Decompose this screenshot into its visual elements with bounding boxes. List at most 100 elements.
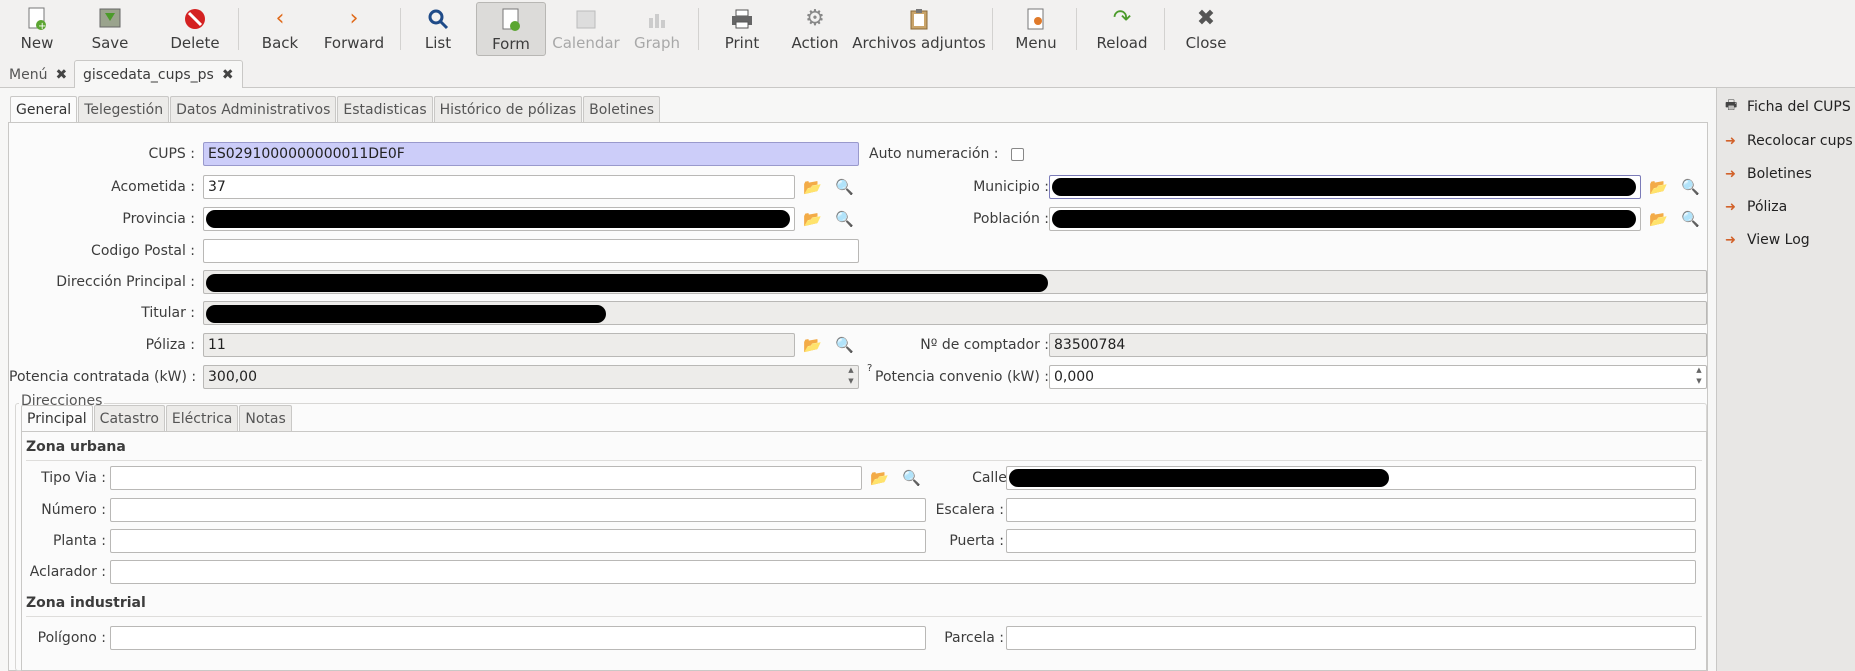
numero-field[interactable] — [110, 498, 926, 522]
parcela-field[interactable] — [1006, 626, 1696, 650]
spin-arrows-icon[interactable]: ▲ ▼ — [1693, 365, 1705, 389]
tab-datos-administrativos[interactable]: Datos Administrativos — [170, 96, 337, 122]
calle-field[interactable] — [1006, 466, 1696, 490]
tipo-via-field[interactable] — [110, 466, 862, 490]
redacted-block — [1052, 178, 1636, 196]
numero-label: Número : — [41, 502, 106, 518]
codigo-postal-label: Codigo Postal : — [91, 243, 195, 259]
calendar-view-button[interactable]: Calendar — [552, 2, 620, 56]
provincia-field[interactable] — [203, 207, 795, 231]
tab-telegestion[interactable]: Telegestión — [78, 96, 170, 122]
doc-tab-menu[interactable]: Menú ✖ — [0, 60, 76, 88]
potencia-convenio-field[interactable]: 0,000 — [1049, 365, 1707, 389]
municipio-label: Municipio : — [973, 179, 1049, 195]
search-icon[interactable]: 🔍 — [1681, 210, 1700, 228]
forward-button[interactable]: › Forward — [318, 2, 390, 56]
open-folder-icon[interactable]: 📂 — [870, 469, 889, 487]
aclarador-field[interactable] — [110, 560, 1696, 584]
divider — [26, 616, 1702, 617]
open-folder-icon[interactable]: 📂 — [1649, 210, 1668, 228]
planta-field[interactable] — [110, 529, 926, 553]
tab-notas[interactable]: Notas — [239, 405, 292, 431]
attachments-button[interactable]: Archivos adjuntos — [852, 2, 986, 56]
graph-view-button[interactable]: Graph — [628, 2, 686, 56]
open-folder-icon[interactable]: 📂 — [803, 336, 822, 354]
tab-boletines[interactable]: Boletines — [583, 96, 661, 122]
tab-estadisticas[interactable]: Estadisticas — [337, 96, 433, 122]
puerta-field[interactable] — [1006, 529, 1696, 553]
puerta-label: Puerta : — [949, 533, 1004, 549]
close-button[interactable]: ✖ Close — [1178, 2, 1234, 56]
sidebar-item-label: Recolocar cups — [1747, 133, 1853, 149]
toolbar: + New Save Delete ‹ Back › Forward List … — [0, 0, 1855, 58]
sidebar-item-label: View Log — [1747, 232, 1810, 248]
save-button[interactable]: Save — [78, 2, 142, 56]
sidebar-item-recolocar-cups[interactable]: ➜ Recolocar cups — [1725, 130, 1853, 152]
search-icon[interactable]: 🔍 — [902, 469, 921, 487]
auto-numeracion-checkbox[interactable] — [1011, 148, 1024, 161]
open-folder-icon[interactable]: 📂 — [803, 178, 822, 196]
acometida-field[interactable]: 37 — [203, 175, 795, 199]
potencia-contratada-field[interactable]: 300,00 — [203, 365, 859, 389]
titular-field[interactable] — [203, 301, 1707, 325]
sidebar-item-boletines[interactable]: ➜ Boletines — [1725, 163, 1812, 185]
doc-tab-cups[interactable]: giscedata_cups_ps ✖ — [74, 60, 243, 88]
action-button[interactable]: ⚙ Action — [786, 2, 844, 56]
tab-catastro[interactable]: Catastro — [93, 405, 165, 431]
search-icon[interactable]: 🔍 — [835, 210, 854, 228]
search-icon[interactable]: 🔍 — [1681, 178, 1700, 196]
escalera-field[interactable] — [1006, 498, 1696, 522]
sidebar-item-poliza[interactable]: ➜ Póliza — [1725, 196, 1787, 218]
redacted-block — [206, 305, 606, 323]
form-view-button[interactable]: Form — [476, 2, 546, 56]
tab-historico-polizas[interactable]: Histórico de pólizas — [433, 96, 583, 122]
search-icon[interactable]: 🔍 — [835, 336, 854, 354]
separator — [698, 8, 699, 50]
tab-electrica[interactable]: Eléctrica — [165, 405, 239, 431]
aclarador-label: Aclarador : — [29, 564, 106, 580]
sidebar-item-view-log[interactable]: ➜ View Log — [1725, 229, 1810, 251]
poligono-field[interactable] — [110, 626, 926, 650]
auto-numeracion-label: Auto numeración : — [869, 146, 999, 162]
cups-label: CUPS : — [148, 146, 195, 162]
calle-label: Calle : — [972, 470, 1016, 486]
tab-general[interactable]: General — [10, 96, 78, 122]
spin-arrows-icon[interactable]: ▲ ▼ — [845, 365, 857, 389]
cups-field[interactable]: ES0291000000000011DE0F — [203, 142, 859, 166]
direccion-principal-label: Dirección Principal : — [56, 274, 195, 290]
direccion-principal-field[interactable] — [203, 270, 1707, 294]
poliza-field[interactable]: 11 — [203, 333, 795, 357]
codigo-postal-field[interactable] — [203, 239, 859, 263]
save-icon — [97, 6, 123, 32]
magnifier-icon — [425, 6, 451, 32]
comptador-field[interactable]: 83500784 — [1049, 333, 1707, 357]
back-button[interactable]: ‹ Back — [252, 2, 308, 56]
close-tab-icon[interactable]: ✖ — [55, 67, 67, 83]
new-document-icon: + — [24, 6, 50, 32]
search-icon[interactable]: 🔍 — [835, 178, 854, 196]
principal-panel: Zona urbana Tipo Via : 📂 🔍 Calle : Númer… — [21, 431, 1707, 671]
sidebar-item-label: Ficha del CUPS — [1747, 99, 1851, 115]
provincia-label: Provincia : — [122, 211, 195, 227]
new-button[interactable]: + New — [8, 2, 66, 56]
printer-icon: 🖶 — [1725, 98, 1738, 113]
reload-button[interactable]: ↷ Reload — [1090, 2, 1154, 56]
municipio-field[interactable] — [1049, 175, 1641, 199]
close-tab-icon[interactable]: ✖ — [222, 67, 234, 83]
redacted-block — [206, 210, 790, 228]
form-tabs: General Telegestión Datos Administrativo… — [10, 96, 661, 122]
print-button[interactable]: Print — [712, 2, 772, 56]
redacted-block — [1052, 210, 1636, 228]
direcciones-tabs: Principal Catastro Eléctrica Notas — [21, 405, 293, 431]
sidebar-item-ficha-cups[interactable]: 🖶 Ficha del CUPS — [1725, 96, 1851, 118]
menu-button[interactable]: Menu — [1008, 2, 1064, 56]
open-folder-icon[interactable]: 📂 — [1649, 178, 1668, 196]
clipboard-icon — [906, 6, 932, 32]
menu-document-icon — [1023, 6, 1049, 32]
document-tabs: Menú ✖ giscedata_cups_ps ✖ — [0, 58, 1855, 88]
delete-button[interactable]: Delete — [160, 2, 230, 56]
list-view-button[interactable]: List — [412, 2, 464, 56]
tab-principal[interactable]: Principal — [21, 405, 93, 431]
poblacion-field[interactable] — [1049, 207, 1641, 231]
open-folder-icon[interactable]: 📂 — [803, 210, 822, 228]
